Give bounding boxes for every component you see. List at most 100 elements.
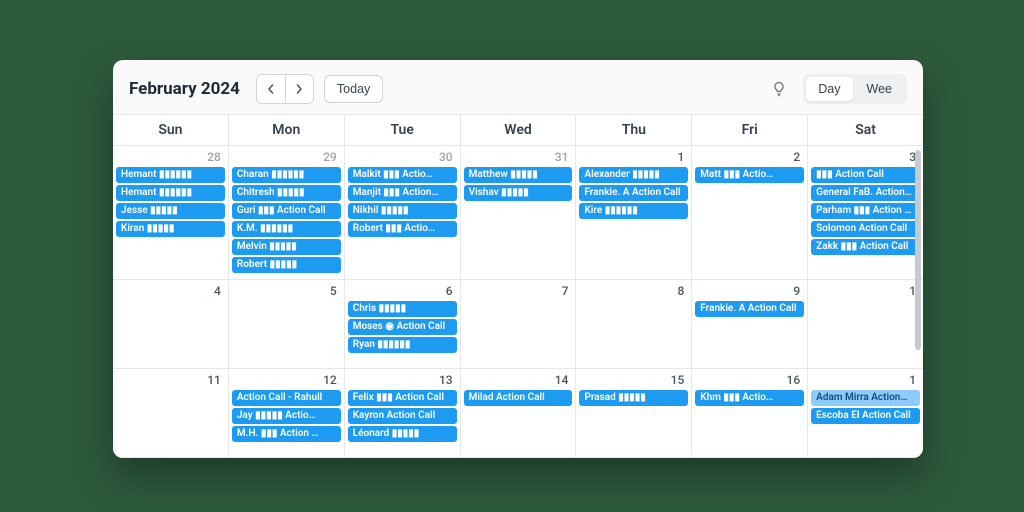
weeks-scroll-area[interactable]: 2 8 Hemant ▮▮▮▮▮▮ Hemant ▮▮▮▮▮▮ Jesse ▮▮▮▮▮ K… (113, 146, 923, 458)
day-cell[interactable]: 1 (808, 280, 923, 368)
day-cell[interactable]: 16Khm ▮▮▮ Actio… (692, 369, 808, 457)
week-row: 28Hemant ▮▮▮▮▮▮Hemant ▮▮▮▮▮▮Jesse ▮▮▮▮▮K… (113, 146, 923, 280)
day-cell[interactable]: 1Adam Mirra Action… Escoba El Action Call (808, 369, 923, 457)
calendar-event[interactable]: Robert ▮▮▮ Actio… (348, 221, 457, 237)
calendar-event[interactable]: Jay ▮▮▮▮▮ Actio… (232, 408, 341, 424)
calendar-event[interactable]: Léonard ▮▮▮▮▮ (348, 426, 457, 442)
day-cell[interactable]: 29Charan ▮▮▮▮▮▮ Chitresh ▮▮▮▮▮ Guri ▮▮▮ Ac… (229, 146, 345, 279)
day-cell[interactable]: 3▮▮▮ Action Call General FaB. Action… Parh… (808, 146, 923, 279)
chevron-left-icon (266, 84, 276, 94)
nav-button-group (256, 74, 314, 104)
day-cell[interactable]: 15Prasad ▮▮▮▮▮ (576, 369, 692, 457)
calendar-event[interactable]: Manjit ▮▮▮ Action… (348, 185, 457, 201)
calendar-event[interactable]: K.M. ▮▮▮▮▮▮ (232, 221, 341, 237)
date-number: 15 (579, 371, 688, 390)
day-cell[interactable]: 2Matt ▮▮▮ Actio… (692, 146, 808, 279)
date-number: 11 (116, 371, 225, 390)
calendar-event[interactable]: Action Call - Rahull (232, 390, 341, 406)
calendar-event[interactable]: Prasad ▮▮▮▮▮ (579, 390, 688, 406)
prev-month-button[interactable] (257, 75, 285, 103)
calendar-event[interactable]: Ryan ▮▮▮▮▮▮ (348, 337, 457, 353)
calendar-event[interactable]: Solomon Action Call (811, 221, 920, 237)
calendar-event[interactable]: Jesse ▮▮▮▮▮ (116, 203, 225, 219)
day-cell[interactable]: 31Matthew ▮▮▮▮▮ Vishav ▮▮▮▮▮ (461, 146, 577, 279)
calendar-event[interactable]: Hemant ▮▮▮▮▮▮ (116, 167, 225, 183)
calendar-event[interactable]: Melvin ▮▮▮▮▮ (232, 239, 341, 255)
today-button[interactable]: Today (324, 75, 383, 103)
calendar-event[interactable]: ▮▮▮ Action Call (811, 167, 920, 183)
date-number: 13 (348, 371, 457, 390)
calendar-event[interactable]: Matt ▮▮▮ Actio… (695, 167, 804, 183)
day-header: Thu (576, 115, 692, 145)
day-cell[interactable]: 5 (229, 280, 345, 368)
day-cell[interactable]: 1Alexander ▮▮▮▮▮ Frankie. A Action Call Ki… (576, 146, 692, 279)
view-week-button[interactable]: Wee (855, 77, 904, 101)
day-cell[interactable]: 11 (113, 369, 229, 457)
calendar-event[interactable]: Nikhil ▮▮▮▮▮ (348, 203, 457, 219)
day-cell[interactable]: 8 (576, 280, 692, 368)
scrollbar-thumb[interactable] (915, 150, 921, 350)
view-switch: Day Wee (803, 74, 907, 104)
day-cell[interactable]: 9Frankie. A Action Call (692, 280, 808, 368)
week-row: 456Chris ▮▮▮▮▮ Moses ◉ Action Call Ryan ▮▮… (113, 280, 923, 369)
calendar-event[interactable]: Chris ▮▮▮▮▮ (348, 301, 457, 317)
calendar-event[interactable]: Hemant ▮▮▮▮▮▮ (116, 185, 225, 201)
calendar-event[interactable]: Kayron Action Call (348, 408, 457, 424)
view-day-button[interactable]: Day (806, 77, 852, 101)
calendar-event[interactable]: Vishav ▮▮▮▮▮ (464, 185, 573, 201)
date-number: 29 (232, 148, 341, 167)
calendar-event[interactable]: Malkit ▮▮▮ Actio… (348, 167, 457, 183)
calendar-app: February 2024 Today Day Wee SunMonTueWed… (113, 60, 923, 458)
day-header: Mon (229, 115, 345, 145)
day-cell[interactable]: 6Chris ▮▮▮▮▮ Moses ◉ Action Call Ryan ▮▮▮▮… (345, 280, 461, 368)
date-number: 31 (464, 148, 573, 167)
calendar-event[interactable]: General FaB. Action… (811, 185, 920, 201)
date-number: 3 (811, 148, 920, 167)
day-cell[interactable]: 13Felix ▮▮▮ Action Call Kayron Action Cal… (345, 369, 461, 457)
next-month-button[interactable] (285, 75, 313, 103)
calendar-event[interactable]: Escoba El Action Call (811, 408, 920, 424)
day-cell[interactable]: 4 (113, 280, 229, 368)
day-header: Tue (345, 115, 461, 145)
date-number: 6 (348, 282, 457, 301)
calendar-event[interactable]: Milad Action Call (464, 390, 573, 406)
day-header: Fri (692, 115, 808, 145)
calendar-event[interactable]: Charan ▮▮▮▮▮▮ (232, 167, 341, 183)
calendar-event[interactable]: Parham ▮▮▮ Action … (811, 203, 920, 219)
day-header: Wed (461, 115, 577, 145)
calendar-event[interactable]: Moses ◉ Action Call (348, 319, 457, 335)
calendar-event[interactable]: Guri ▮▮▮ Action Call (232, 203, 341, 219)
date-number: 30 (348, 148, 457, 167)
day-cell[interactable]: 12Action Call - RahullJay ▮▮▮▮▮ Actio…M.… (229, 369, 345, 457)
date-number: 16 (695, 371, 804, 390)
day-header: Sun (113, 115, 229, 145)
month-title: February 2024 (129, 79, 240, 99)
date-number: 5 (232, 282, 341, 301)
calendar-event[interactable]: Adam Mirra Action… (811, 390, 920, 406)
date-number: 2 (695, 148, 804, 167)
date-number: 1 (811, 282, 920, 301)
date-number: 1 (579, 148, 688, 167)
date-number: 1 (811, 371, 920, 390)
calendar-event[interactable]: Kire ▮▮▮▮▮▮ (579, 203, 688, 219)
calendar-event[interactable]: Felix ▮▮▮ Action Call (348, 390, 457, 406)
calendar-event[interactable]: Khm ▮▮▮ Actio… (695, 390, 804, 406)
date-number: 14 (464, 371, 573, 390)
day-cell[interactable]: 28Hemant ▮▮▮▮▮▮Hemant ▮▮▮▮▮▮Jesse ▮▮▮▮▮K… (113, 146, 229, 279)
calendar-event[interactable]: M.H. ▮▮▮ Action … (232, 426, 341, 442)
day-cell[interactable]: 7 (461, 280, 577, 368)
calendar-event[interactable]: Alexander ▮▮▮▮▮ (579, 167, 688, 183)
calendar-event[interactable]: Frankie. A Action Call (695, 301, 804, 317)
calendar-event[interactable]: Kiran ▮▮▮▮▮ (116, 221, 225, 237)
date-number: 8 (579, 282, 688, 301)
calendar-event[interactable]: Frankie. A Action Call (579, 185, 688, 201)
date-number: 9 (695, 282, 804, 301)
calendar-event[interactable]: Zakk ▮▮▮ Action Call (811, 239, 920, 255)
day-cell[interactable]: 14Milad Action Call (461, 369, 577, 457)
day-header: Sat (808, 115, 923, 145)
day-cell[interactable]: 30Malkit ▮▮▮ Actio… Manjit ▮▮▮ Action… Nik… (345, 146, 461, 279)
lightbulb-button[interactable] (765, 75, 793, 103)
calendar-event[interactable]: Chitresh ▮▮▮▮▮ (232, 185, 341, 201)
calendar-event[interactable]: Robert ▮▮▮▮▮ (232, 257, 341, 273)
calendar-event[interactable]: Matthew ▮▮▮▮▮ (464, 167, 573, 183)
